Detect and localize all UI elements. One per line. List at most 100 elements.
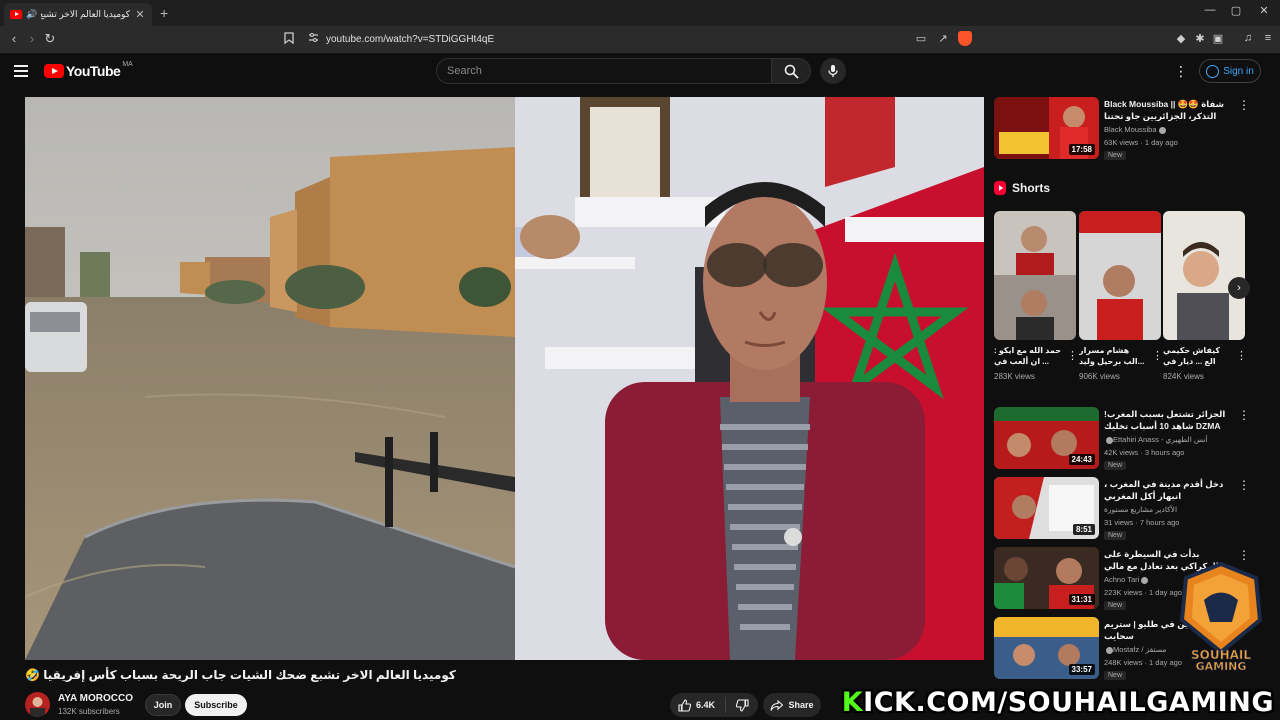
channel-name[interactable]: الأكادير مشاريع مستورة: [1104, 505, 1232, 514]
window-close-icon[interactable]: ✕: [1256, 4, 1272, 17]
verified-icon: [1141, 576, 1149, 584]
search-box: [436, 58, 772, 84]
video-frame-streamer: [515, 97, 984, 660]
video-duration: 17:58: [1068, 144, 1095, 155]
browser-menu-icon[interactable]: ≡: [1261, 32, 1275, 44]
url-field[interactable]: youtube.com/watch?v=STDiGGHt4qE: [300, 29, 984, 50]
video-thumbnail[interactable]: 31:31: [994, 547, 1099, 609]
sign-in-label: Sign in: [1223, 65, 1254, 77]
wallet-icon[interactable]: ◆: [1174, 32, 1188, 45]
cast-icon[interactable]: ▭: [914, 32, 928, 45]
short-thumbnail[interactable]: [1079, 211, 1161, 340]
speaker-icon[interactable]: 🔊: [26, 9, 37, 20]
verified-icon: [1158, 126, 1166, 134]
souhail-gaming-logo: SOUHAIL GAMING: [1174, 560, 1268, 673]
youtube-header: YouTube MA ⋮ Sign in: [0, 53, 1280, 91]
search-input[interactable]: [447, 65, 771, 77]
video-meta: 42K views · 3 hours ago: [1104, 448, 1185, 457]
share-page-icon[interactable]: ↗: [936, 32, 950, 45]
like-count: 6.4K: [696, 700, 716, 710]
channel-name[interactable]: Ettahiri Anass - أنس الطهيري: [1104, 435, 1232, 444]
video-thumbnail[interactable]: 17:58: [994, 97, 1099, 159]
share-button[interactable]: Share: [763, 693, 821, 717]
browser-tab[interactable]: 🔊 كوميديا العالم الاخر تشبع ضحك ✕: [4, 3, 152, 26]
video-title[interactable]: Black Moussiba || 🤩🤩 شفاة التذكر، الجزائ…: [1104, 98, 1232, 122]
video-meta: 63K views · 1 day ago: [1104, 138, 1178, 147]
short-title[interactable]: هشام مسرار ...الب برحيل وليد: [1079, 345, 1149, 369]
new-badge: New: [1104, 531, 1127, 540]
browser-tab-bar: 🔊 كوميديا العالم الاخر تشبع ضحك ✕ + — ▢ …: [0, 0, 1280, 26]
short-menu-icon[interactable]: ⋮: [1236, 349, 1247, 362]
video-thumbnail[interactable]: 33:57: [994, 617, 1099, 679]
extensions-icon[interactable]: ✱: [1193, 32, 1207, 45]
channel-name[interactable]: Black Moussiba: [1104, 125, 1232, 134]
recommended-video[interactable]: 17:58 Black Moussiba || 🤩🤩 شفاة التذكر، …: [994, 97, 1256, 161]
short-thumbnail[interactable]: [994, 211, 1076, 340]
new-badge: New: [1104, 601, 1127, 610]
new-tab-icon[interactable]: +: [160, 5, 168, 21]
settings-kebab-icon[interactable]: ⋮: [1174, 63, 1188, 79]
video-meta: 223K views · 1 day ago: [1104, 588, 1182, 597]
short-item[interactable]: هشام مسرار ...الب برحيل وليد 906K views …: [1079, 211, 1163, 381]
video-title[interactable]: دخل أقدم مدينة في المغرب ، انبهار أكل ال…: [1104, 478, 1232, 502]
video-thumbnail[interactable]: 8:51: [994, 477, 1099, 539]
like-button[interactable]: 6.4K: [670, 697, 726, 713]
sidebar-toggle-icon[interactable]: ▣: [1211, 32, 1225, 45]
short-item[interactable]: حمد الله مع ايكو : ... ان ألعب في 283K v…: [994, 211, 1078, 381]
kick-channel-banner: KICK.COM/SOUHAILGAMING: [831, 684, 1280, 720]
video-menu-icon[interactable]: ⋮: [1238, 409, 1250, 421]
join-button[interactable]: Join: [145, 694, 181, 716]
recommended-video[interactable]: 24:43 الجزائر تشتعل بسبب المغرب! DZMA شا…: [994, 407, 1256, 471]
short-title[interactable]: كيفاش حكيمي الع ... ديار في تمثيل: [1163, 345, 1233, 369]
video-menu-icon[interactable]: ⋮: [1238, 479, 1250, 491]
youtube-play-icon: [44, 64, 64, 78]
minimize-icon[interactable]: —: [1202, 4, 1218, 16]
browser-address-bar: ‹ › ↻ youtube.com/watch?v=STDiGGHt4qE ▭ …: [0, 26, 1280, 53]
search-button[interactable]: [771, 58, 811, 84]
site-settings-icon[interactable]: [306, 32, 320, 46]
brave-shields-icon[interactable]: [958, 31, 972, 46]
short-thumbnail[interactable]: [1163, 211, 1245, 340]
close-tab-icon[interactable]: ✕: [134, 8, 146, 21]
back-icon[interactable]: ‹: [6, 31, 22, 46]
subscribe-button[interactable]: Subscribe: [185, 694, 247, 716]
recommended-video[interactable]: 8:51 دخل أقدم مدينة في المغرب ، انبهار أ…: [994, 477, 1256, 541]
short-menu-icon[interactable]: ⋮: [1067, 349, 1078, 362]
account-icon: [1206, 64, 1220, 78]
country-code: MA: [122, 60, 133, 68]
channel-name[interactable]: AYA MOROCCO: [58, 693, 133, 704]
video-thumbnail[interactable]: 24:43: [994, 407, 1099, 469]
kick-url-rest: ICK.COM/SOUHAILGAMING: [863, 686, 1274, 718]
video-title[interactable]: الجزائر تشتعل بسبب المغرب! DZMA شاهد 10 …: [1104, 408, 1232, 432]
dislike-button[interactable]: [726, 698, 758, 712]
short-menu-icon[interactable]: ⋮: [1152, 349, 1163, 362]
forward-icon[interactable]: ›: [24, 31, 40, 46]
reload-icon[interactable]: ↻: [42, 31, 58, 47]
youtube-favicon-icon: [10, 10, 22, 19]
microphone-icon: [828, 65, 838, 77]
video-duration: 31:31: [1068, 594, 1095, 605]
channel-avatar[interactable]: [25, 692, 50, 717]
verified-icon: [1106, 646, 1113, 654]
video-duration: 8:51: [1072, 524, 1095, 535]
share-label: Share: [788, 700, 814, 710]
bookmark-icon[interactable]: [282, 32, 296, 47]
shorts-next-button[interactable]: ›: [1228, 277, 1250, 299]
video-menu-icon[interactable]: ⋮: [1238, 99, 1250, 111]
verified-icon: [1106, 436, 1113, 444]
sign-in-button[interactable]: Sign in: [1199, 59, 1261, 83]
short-title[interactable]: حمد الله مع ايكو : ... ان ألعب في: [994, 345, 1064, 369]
maximize-icon[interactable]: ▢: [1228, 4, 1244, 17]
video-title: كوميديا العالم الاخر تشبع ضحك الشيات جاب…: [25, 668, 456, 682]
video-duration: 24:43: [1068, 454, 1095, 465]
youtube-logo[interactable]: YouTube MA: [44, 60, 133, 79]
video-meta: 31 views · 7 hours ago: [1104, 518, 1180, 527]
voice-search-button[interactable]: [820, 58, 846, 84]
tab-title: كوميديا العالم الاخر تشبع ضحك: [41, 9, 130, 19]
video-player[interactable]: [25, 97, 984, 660]
chevron-right-icon: ›: [1237, 282, 1241, 294]
video-frame-flooded-street: [25, 97, 515, 660]
media-icon[interactable]: ♫: [1241, 32, 1255, 44]
short-views: 824K views: [1163, 372, 1204, 381]
menu-icon[interactable]: [14, 65, 28, 80]
